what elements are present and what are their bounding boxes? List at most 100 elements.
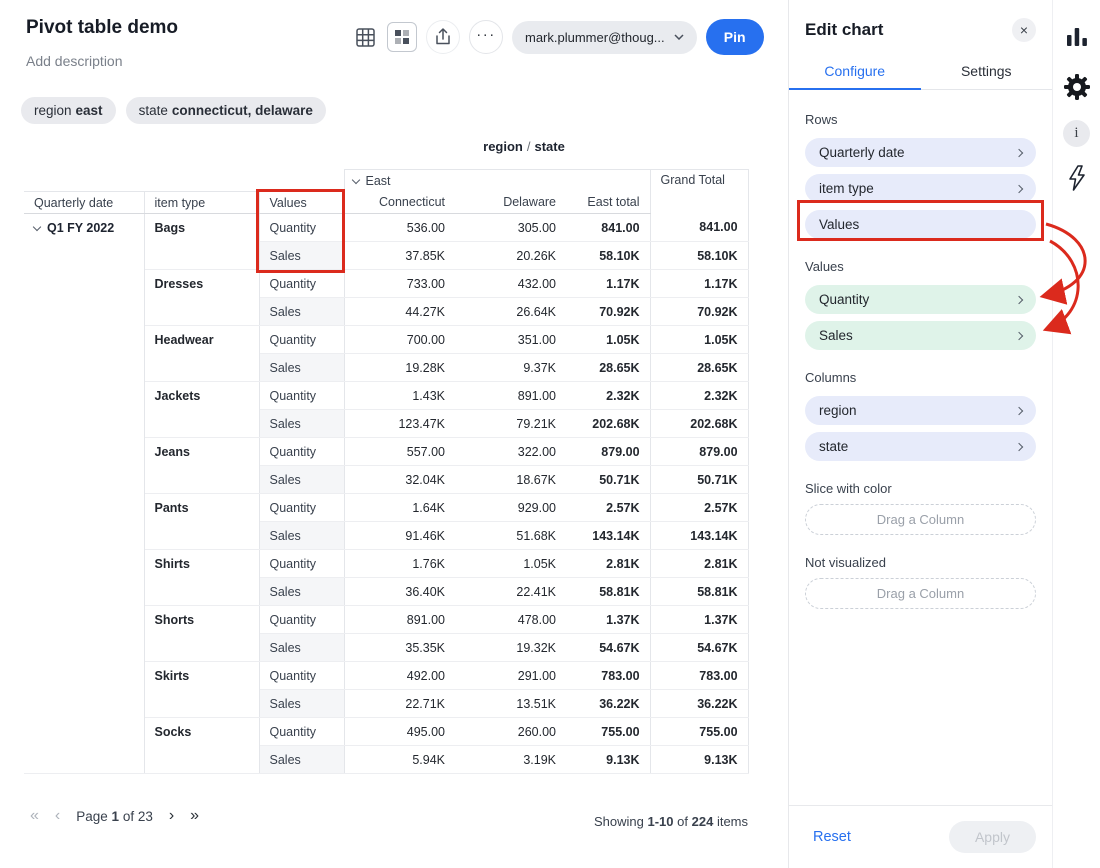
item-type-cell[interactable]: Dresses [144,270,259,326]
value-cell[interactable]: 2.57K [650,494,748,522]
more-button[interactable]: ··· [469,20,503,54]
value-cell[interactable]: 2.81K [650,550,748,578]
item-type-cell[interactable]: Shirts [144,550,259,606]
value-cell[interactable]: 54.67K [566,634,650,662]
field-chip-item-type[interactable]: item type [805,174,1036,203]
value-cell[interactable]: 351.00 [455,326,566,354]
field-chip-state[interactable]: state [805,432,1036,461]
value-cell[interactable]: 5.94K [344,746,455,774]
item-type-cell[interactable]: Skirts [144,662,259,718]
value-cell[interactable]: 20.26K [455,242,566,270]
value-cell[interactable]: 9.13K [566,746,650,774]
value-cell[interactable]: 50.71K [566,466,650,494]
tab-configure[interactable]: Configure [789,56,921,90]
value-cell[interactable]: 2.32K [566,382,650,410]
row-group-quarter[interactable]: Q1 FY 2022 [24,214,144,774]
tab-settings[interactable]: Settings [921,56,1053,89]
value-cell[interactable]: 50.71K [650,466,748,494]
value-cell[interactable]: 322.00 [455,438,566,466]
value-cell[interactable]: 929.00 [455,494,566,522]
item-type-cell[interactable]: Bags [144,214,259,270]
value-cell[interactable]: 143.14K [650,522,748,550]
value-cell[interactable]: 891.00 [455,382,566,410]
field-chip-region[interactable]: region [805,396,1036,425]
value-cell[interactable]: 2.32K [650,382,748,410]
value-cell[interactable]: 37.85K [344,242,455,270]
value-cell[interactable]: 91.46K [344,522,455,550]
field-chip-quarterly-date[interactable]: Quarterly date [805,138,1036,167]
value-cell[interactable]: 123.47K [344,410,455,438]
item-type-cell[interactable]: Pants [144,494,259,550]
first-page-button[interactable]: « [30,808,39,824]
value-cell[interactable]: 9.13K [650,746,748,774]
value-cell[interactable]: 22.71K [344,690,455,718]
slice-with-color-dropzone[interactable]: Drag a Column [805,504,1036,535]
value-cell[interactable]: 700.00 [344,326,455,354]
value-cell[interactable]: 18.67K [455,466,566,494]
value-cell[interactable]: 841.00 [566,214,650,242]
last-page-button[interactable]: » [190,808,199,824]
column-header-connecticut[interactable]: Connecticut [344,192,455,214]
value-cell[interactable]: 755.00 [650,718,748,746]
value-cell[interactable]: 1.05K [650,326,748,354]
value-cell[interactable]: 28.65K [566,354,650,382]
value-cell[interactable]: 70.92K [650,298,748,326]
value-cell[interactable]: 536.00 [344,214,455,242]
value-cell[interactable]: 755.00 [566,718,650,746]
value-cell[interactable]: 1.76K [344,550,455,578]
column-header-quarterly-date[interactable]: Quarterly date [24,192,144,214]
value-cell[interactable]: 557.00 [344,438,455,466]
share-button[interactable] [426,20,460,54]
prev-page-button[interactable]: ‹ [55,808,60,824]
value-cell[interactable]: 22.41K [455,578,566,606]
value-cell[interactable]: 432.00 [455,270,566,298]
value-cell[interactable]: 291.00 [455,662,566,690]
pin-button[interactable]: Pin [706,19,764,55]
value-cell[interactable]: 891.00 [344,606,455,634]
collapse-row-icon[interactable] [33,223,41,231]
value-cell[interactable]: 32.04K [344,466,455,494]
value-cell[interactable]: 879.00 [566,438,650,466]
value-cell[interactable]: 19.32K [455,634,566,662]
value-cell[interactable]: 1.17K [650,270,748,298]
value-cell[interactable]: 1.37K [566,606,650,634]
value-cell[interactable]: 54.67K [650,634,748,662]
value-cell[interactable]: 70.92K [566,298,650,326]
apply-button[interactable]: Apply [949,821,1036,853]
value-cell[interactable]: 9.37K [455,354,566,382]
value-cell[interactable]: 478.00 [455,606,566,634]
info-rail-button[interactable]: i [1063,120,1090,147]
value-cell[interactable]: 879.00 [650,438,748,466]
value-cell[interactable]: 1.17K [566,270,650,298]
value-cell[interactable]: 1.43K [344,382,455,410]
item-type-cell[interactable]: Jeans [144,438,259,494]
field-chip-quantity[interactable]: Quantity [805,285,1036,314]
value-cell[interactable]: 783.00 [650,662,748,690]
value-cell[interactable]: 58.81K [650,578,748,606]
value-cell[interactable]: 36.22K [566,690,650,718]
value-cell[interactable]: 58.10K [650,242,748,270]
value-cell[interactable]: 36.22K [650,690,748,718]
value-cell[interactable]: 783.00 [566,662,650,690]
value-cell[interactable]: 733.00 [344,270,455,298]
close-panel-button[interactable]: × [1012,18,1036,42]
column-header-delaware[interactable]: Delaware [455,192,566,214]
value-cell[interactable]: 841.00 [650,214,748,242]
value-cell[interactable]: 305.00 [455,214,566,242]
value-cell[interactable]: 26.64K [455,298,566,326]
item-type-cell[interactable]: Jackets [144,382,259,438]
item-type-cell[interactable]: Headwear [144,326,259,382]
value-cell[interactable]: 1.05K [566,326,650,354]
value-cell[interactable]: 58.10K [566,242,650,270]
chart-type-button[interactable] [387,22,417,52]
value-cell[interactable]: 1.37K [650,606,748,634]
value-cell[interactable]: 28.65K [650,354,748,382]
value-cell[interactable]: 143.14K [566,522,650,550]
user-dropdown[interactable]: mark.plummer@thoug... [512,21,697,54]
not-visualized-dropzone[interactable]: Drag a Column [805,578,1036,609]
value-cell[interactable]: 202.68K [566,410,650,438]
value-cell[interactable]: 202.68K [650,410,748,438]
value-cell[interactable]: 495.00 [344,718,455,746]
value-cell[interactable]: 36.40K [344,578,455,606]
filter-chip-region[interactable]: region east [21,97,116,124]
